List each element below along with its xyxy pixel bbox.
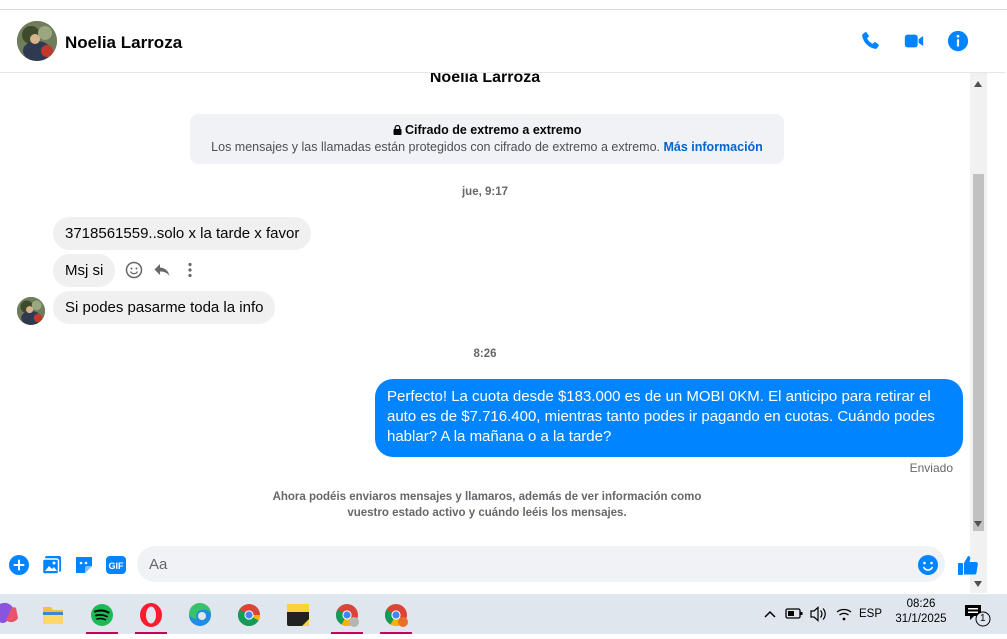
emoji-icon[interactable] [917, 554, 939, 576]
contact-notice: Ahora podéis enviaros mensajes y llamaro… [272, 491, 702, 519]
chat-header: Noelia Larroza [0, 10, 1005, 73]
edge-icon[interactable] [180, 598, 220, 634]
video-call-icon[interactable] [903, 30, 925, 52]
incoming-message[interactable]: Si podes pasarme toda la info [53, 291, 276, 324]
reply-icon[interactable] [153, 261, 173, 281]
clock[interactable]: 08:26 31/1/2025 [890, 594, 952, 634]
chrome-profile-b-icon[interactable] [376, 598, 416, 634]
scroll-up-icon[interactable] [974, 81, 982, 87]
page-scroll-down-icon[interactable] [974, 581, 982, 587]
like-thumb-icon[interactable] [957, 554, 979, 576]
phone-call-icon[interactable] [859, 30, 881, 52]
svg-text:GIF: GIF [109, 561, 125, 571]
taskbar: ESP 08:26 31/1/2025 1 [0, 594, 1007, 634]
more-options-icon[interactable] [181, 261, 201, 281]
encryption-body: Los mensajes y las llamadas están proteg… [211, 140, 661, 154]
chrome-profile-a-icon[interactable] [327, 598, 367, 634]
contact-avatar[interactable] [17, 21, 57, 61]
notifications-icon[interactable]: 1 [962, 594, 992, 634]
more-info-link[interactable]: Más información [664, 140, 763, 154]
scrollbar[interactable] [970, 73, 987, 593]
encryption-notice: Cifrado de extremo a extremo Los mensaje… [190, 114, 784, 164]
timestamp: 8:26 [473, 348, 497, 360]
sticker-icon[interactable] [73, 554, 95, 576]
conversation-title: Noelia Larroza [429, 73, 541, 86]
incoming-message[interactable]: 3718561559..solo x la tarde x favor [53, 217, 312, 250]
chevron-up-icon[interactable] [762, 594, 778, 634]
spotify-icon[interactable] [82, 598, 122, 634]
chrome-icon[interactable] [229, 598, 269, 634]
volume-icon[interactable] [808, 594, 828, 634]
react-emoji-icon[interactable] [125, 261, 145, 281]
lock-icon [393, 123, 405, 137]
clock-time: 08:26 [906, 598, 936, 610]
opera-icon[interactable] [131, 598, 171, 634]
header-contact-name[interactable]: Noelia Larroza [65, 33, 182, 53]
file-explorer-icon[interactable] [33, 598, 73, 634]
copilot-app-icon[interactable] [0, 598, 28, 634]
language-indicator[interactable]: ESP [859, 594, 885, 634]
outgoing-message[interactable]: Perfecto! La cuota desde $183.000 es de … [375, 379, 963, 457]
message-composer: GIF [0, 543, 978, 588]
notifications-count: 1 [980, 613, 986, 624]
sent-status: Enviado [909, 461, 953, 475]
battery-icon[interactable] [784, 594, 804, 634]
encryption-title: Cifrado de extremo a extremo [405, 123, 582, 137]
incoming-message[interactable]: Msj si [53, 254, 116, 287]
timestamp: jue, 9:17 [461, 186, 509, 198]
gif-icon[interactable]: GIF [105, 554, 127, 576]
add-icon[interactable] [8, 554, 30, 576]
sticky-notes-icon[interactable] [278, 598, 318, 634]
contact-avatar-small[interactable] [17, 297, 45, 325]
message-list[interactable]: Noelia Larroza Cifrado de extremo a extr… [0, 73, 970, 543]
info-icon[interactable] [947, 30, 969, 52]
photo-icon[interactable] [41, 554, 63, 576]
clock-date: 31/1/2025 [895, 613, 947, 625]
scroll-down-icon[interactable] [974, 521, 982, 527]
scrollbar-thumb[interactable] [973, 174, 984, 531]
wifi-icon[interactable] [834, 594, 854, 634]
message-input[interactable] [137, 546, 945, 582]
